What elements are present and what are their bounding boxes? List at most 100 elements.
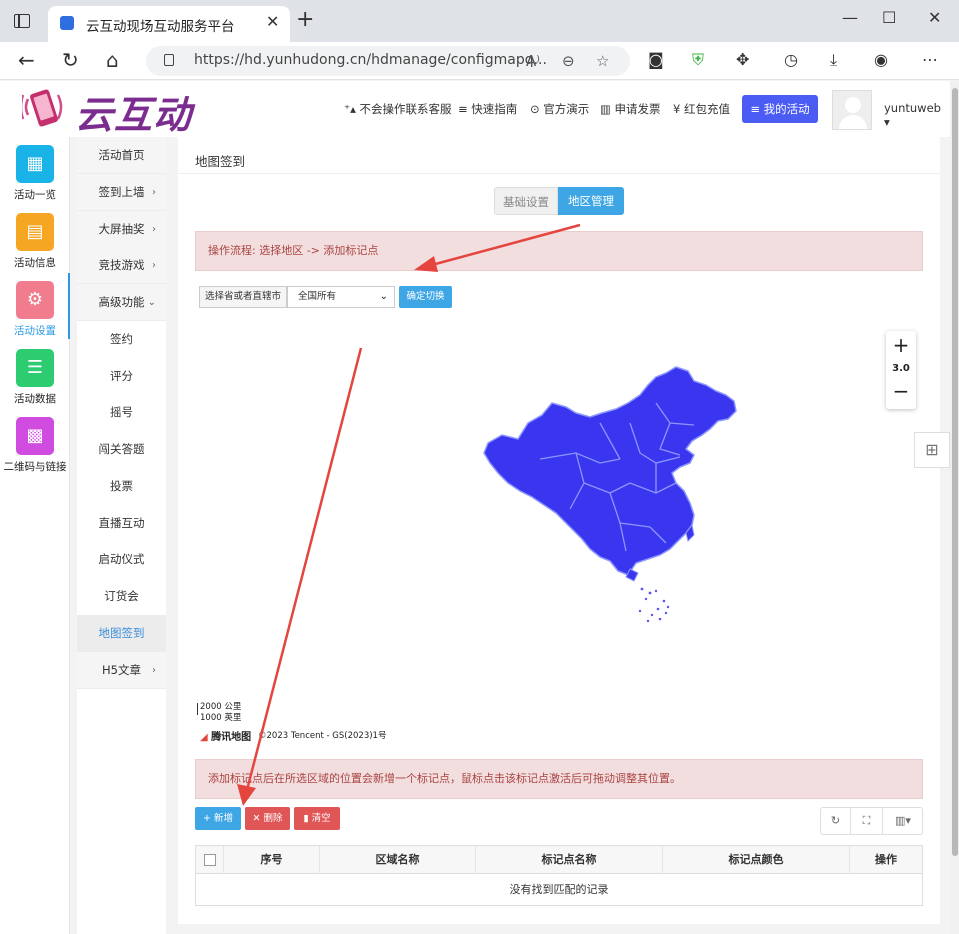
floating-qrcode-icon[interactable]: ⊞: [914, 432, 950, 468]
chevron-right-icon: ›: [152, 187, 156, 198]
tab-actions-icon[interactable]: [14, 14, 30, 28]
nav-customer-service[interactable]: ⁺▴ 不会操作联系客服: [344, 101, 452, 117]
menu-item-vote[interactable]: 投票: [77, 468, 166, 505]
tab-close-icon[interactable]: ✕: [266, 12, 279, 31]
history-icon[interactable]: ◷: [784, 50, 798, 69]
download-icon[interactable]: ⤓: [830, 50, 837, 70]
sidebar-item-activity-data[interactable]: ☰ 活动数据: [0, 341, 70, 407]
scrollbar-thumb[interactable]: [952, 88, 958, 856]
sidebar-item-activity-settings[interactable]: ⚙ 活动设置: [0, 273, 70, 339]
function-menu: 活动首页 签到上墙 › 大屏抽奖 › 竞技游戏 › 高级功能 ⌄ 签约 评分 摇号 闯关…: [77, 137, 166, 934]
menu-item-ceremony[interactable]: 启动仪式: [77, 541, 166, 578]
chevron-right-icon: ›: [152, 224, 156, 235]
maximize-icon[interactable]: ☐: [882, 8, 896, 27]
menu-item-signin-wall[interactable]: 签到上墙 ›: [77, 174, 166, 211]
person-add-icon: ⁺▴: [344, 102, 360, 116]
sidebar-item-activity-list[interactable]: ▦ 活动一览: [0, 137, 70, 203]
logo-text: 云互动: [75, 93, 193, 137]
chevron-down-icon: ⌄: [379, 291, 388, 302]
nav-official-demo[interactable]: ⊙ 官方演示: [530, 101, 589, 117]
th-marker-color[interactable]: 标记点颜色: [663, 846, 850, 874]
menu-item-lottery[interactable]: 大屏抽奖 ›: [77, 211, 166, 248]
china-map[interactable]: [480, 363, 750, 623]
yen-icon: ¥: [673, 102, 684, 116]
document-icon: ▤: [16, 213, 54, 251]
barcode-icon: ▥: [600, 102, 615, 116]
url-text: https://hd.yunhudong.cn/hdmanage/configm…: [194, 52, 547, 68]
zoom-icon[interactable]: ⊖: [562, 52, 575, 70]
puzzle-icon[interactable]: ✥: [736, 50, 749, 69]
map-view[interactable]: + 3.0 − 2000 公里 1000 英里 ◢ 腾讯地图 ©2023 Ten…: [195, 323, 923, 743]
browser-tab[interactable]: 云互动现场互动服务平台 ✕: [48, 6, 290, 42]
icon-sidebar: ▦ 活动一览 ▤ 活动信息 ⚙ 活动设置 ☰ 活动数据 ▩ 二维码与链接: [0, 137, 70, 934]
nav-apply-invoice[interactable]: ▥ 申请发票: [600, 101, 661, 117]
read-aloud-icon[interactable]: A⁾: [526, 52, 540, 70]
main-panel: 地图签到 基础设置 地区管理 操作流程: 选择地区 -> 添加标记点 选择省或者…: [178, 137, 940, 924]
zoom-level: 3.0: [892, 363, 910, 374]
refresh-icon[interactable]: ↻: [821, 808, 851, 834]
favorite-icon[interactable]: ☆: [596, 52, 609, 70]
zoom-in-button[interactable]: +: [886, 333, 916, 357]
browser-tabbar: 云互动现场互动服务平台 ✕ + — ☐ ✕: [0, 0, 959, 42]
shield-icon[interactable]: ⛨: [692, 50, 704, 70]
menu-item-score[interactable]: 评分: [77, 358, 166, 395]
back-icon[interactable]: ←: [18, 48, 35, 72]
add-marker-button[interactable]: + 新增: [195, 807, 241, 830]
scale-bar: [197, 703, 198, 715]
columns-icon[interactable]: ▥▾: [883, 808, 923, 834]
table-header: 序号 区域名称 标记点名称 标记点颜色 操作: [196, 846, 922, 874]
app-header: 云互动 ⁺▴ 不会操作联系客服 ≡ 快速指南 ⊙ 官方演示 ▥ 申请发票 ¥ 红…: [0, 81, 950, 137]
menu-item-advanced[interactable]: 高级功能 ⌄: [77, 284, 166, 321]
minimize-icon[interactable]: —: [842, 8, 858, 27]
menu-item-home[interactable]: 活动首页: [77, 137, 166, 174]
refresh-icon[interactable]: ↻: [62, 48, 79, 72]
scale-mi: 1000 英里: [200, 713, 242, 723]
new-tab-icon[interactable]: +: [296, 9, 314, 31]
zoom-out-button[interactable]: −: [886, 379, 916, 403]
clear-markers-button[interactable]: ▮ 清空: [294, 807, 340, 830]
alert-workflow: 操作流程: 选择地区 -> 添加标记点: [195, 231, 923, 271]
menu-item-sign-contract[interactable]: 签约: [77, 321, 166, 358]
chevron-down-icon: ⌄: [147, 297, 156, 308]
table-empty-message: 没有找到匹配的记录: [509, 883, 609, 896]
qrcode-icon: ▩: [16, 417, 54, 455]
th-index[interactable]: 序号: [224, 846, 320, 874]
delete-marker-button[interactable]: ✕ 删除: [245, 807, 290, 830]
menu-item-map-signin[interactable]: 地图签到: [77, 615, 166, 652]
avatar[interactable]: [832, 90, 872, 130]
extension-icon[interactable]: ◙: [648, 50, 664, 69]
divider: [178, 173, 940, 174]
th-marker-name[interactable]: 标记点名称: [476, 846, 663, 874]
chevron-right-icon: ›: [152, 665, 156, 676]
tab-basic-settings[interactable]: 基础设置: [494, 187, 558, 215]
gear-icon: ⚙: [16, 281, 54, 319]
sidebar-item-qrcode-links[interactable]: ▩ 二维码与链接: [0, 409, 70, 475]
menu-item-h5-article[interactable]: H5文章 ›: [77, 652, 166, 689]
browser-toolbar: ← ↻ ⌂ https://hd.yunhudong.cn/hdmanage/c…: [0, 42, 959, 80]
th-region-name[interactable]: 区域名称: [320, 846, 476, 874]
menu-item-games[interactable]: 竞技游戏 ›: [77, 247, 166, 284]
menu-item-draw-number[interactable]: 摇号: [77, 394, 166, 431]
nav-quick-guide[interactable]: ≡ 快速指南: [458, 101, 517, 117]
more-icon[interactable]: ⋯: [922, 50, 938, 69]
list-icon: ≡: [458, 102, 472, 116]
sidebar-item-activity-info[interactable]: ▤ 活动信息: [0, 205, 70, 271]
user-menu[interactable]: yuntuweb ▾: [884, 101, 950, 129]
grid-icon: ▦: [16, 145, 54, 183]
alert-marker-hint: 添加标记点后在所选区域的位置会新增一个标记点，鼠标点击该标记点激活后可拖动调整其…: [195, 759, 923, 799]
close-window-icon[interactable]: ✕: [928, 8, 941, 27]
home-icon[interactable]: ⌂: [106, 48, 119, 72]
menu-item-order-meeting[interactable]: 订货会: [77, 578, 166, 615]
province-select[interactable]: 全国所有 ⌄: [287, 286, 395, 308]
fullscreen-icon[interactable]: ⛶: [851, 808, 883, 834]
confirm-switch-button[interactable]: 确定切换: [399, 286, 452, 308]
profile-icon[interactable]: ◉: [874, 50, 888, 69]
table-toolbar: ↻ ⛶ ▥▾: [820, 807, 923, 835]
tab-region-management[interactable]: 地区管理: [558, 187, 624, 215]
address-bar[interactable]: https://hd.yunhudong.cn/hdmanage/configm…: [146, 46, 630, 76]
menu-item-quiz[interactable]: 闯关答题: [77, 431, 166, 468]
my-activity-button[interactable]: ≡ 我的活动: [742, 95, 818, 123]
menu-item-live[interactable]: 直播互动: [77, 505, 166, 542]
select-all-checkbox[interactable]: [204, 854, 216, 866]
nav-red-packet-recharge[interactable]: ¥ 红包充值: [673, 101, 730, 117]
